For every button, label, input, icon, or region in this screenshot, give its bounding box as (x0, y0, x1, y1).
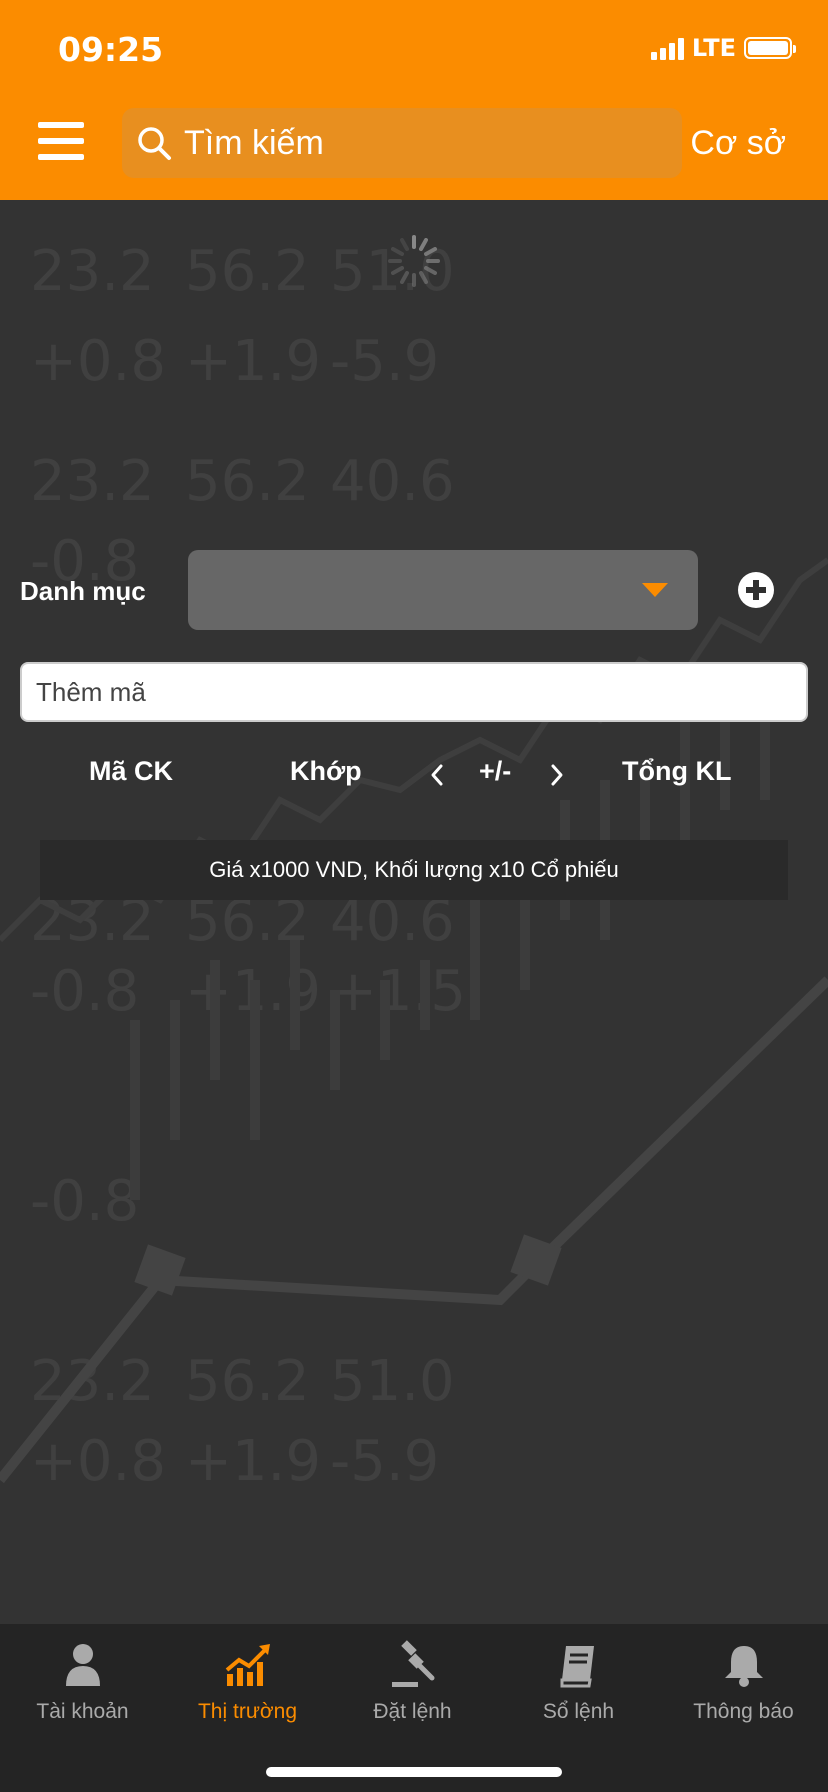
chevron-left-icon[interactable] (422, 760, 452, 790)
market-selector[interactable]: Cơ sở (690, 124, 786, 163)
caret-down-icon (642, 583, 668, 597)
column-header-code: Mã CK (89, 756, 174, 786)
search-bar[interactable] (122, 108, 682, 178)
tab-account[interactable]: Tài khoản (0, 1640, 165, 1724)
tab-label: Sổ lệnh (542, 1700, 615, 1723)
svg-text:56.2: 56.2 (185, 239, 310, 304)
add-watchlist-button[interactable] (738, 572, 774, 608)
svg-text:-0.8: -0.8 (30, 959, 139, 1024)
tab-label: Tài khoản (36, 1700, 129, 1723)
tab-market[interactable]: Thị trường (165, 1640, 330, 1724)
svg-text:56.2: 56.2 (185, 449, 310, 514)
svg-text:-5.9: -5.9 (330, 1429, 439, 1494)
gavel-icon (388, 1640, 438, 1690)
menu-button[interactable] (38, 122, 84, 162)
svg-text:51.0: 51.0 (330, 1349, 455, 1414)
bell-icon (719, 1640, 769, 1690)
chevron-right-icon[interactable] (542, 760, 572, 790)
add-symbol-input[interactable] (20, 662, 808, 722)
watchlist-row: Danh mục (20, 550, 810, 630)
signal-icon (650, 36, 684, 60)
tab-orderbook[interactable]: Sổ lệnh (496, 1640, 661, 1724)
svg-text:-5.9: -5.9 (330, 329, 439, 394)
svg-text:-0.8: -0.8 (30, 1169, 139, 1234)
svg-text:40.6: 40.6 (330, 449, 455, 514)
search-icon (136, 125, 172, 161)
user-icon (58, 1640, 108, 1690)
watchlist-dropdown[interactable] (188, 550, 698, 630)
battery-icon (744, 37, 796, 59)
svg-text:+1.9: +1.9 (185, 1429, 321, 1494)
tab-label: Thị trường (197, 1700, 298, 1723)
svg-text:23.2: 23.2 (30, 239, 155, 304)
search-input[interactable] (182, 122, 666, 164)
book-icon (554, 1640, 604, 1690)
loading-spinner-icon (386, 233, 442, 289)
background-stock-art: 23.2 56.2 51.0 +0.8 +1.9 -5.9 23.2 56.2 40.6 -… (0, 200, 828, 1624)
column-header-change: +/- (479, 756, 512, 786)
network-label: LTE (691, 34, 736, 62)
column-header-match: Khớp (290, 756, 362, 786)
tab-notifications[interactable]: Thông báo (661, 1640, 826, 1724)
home-indicator[interactable] (266, 1767, 562, 1777)
watchlist-label: Danh mục (20, 576, 146, 606)
column-header-volume: Tổng KL (622, 756, 732, 786)
svg-text:+1.5: +1.5 (330, 959, 466, 1024)
svg-text:+1.9: +1.9 (185, 329, 321, 394)
status-indicators: LTE (650, 34, 796, 62)
chart-trend-icon (223, 1640, 273, 1690)
tab-order[interactable]: Đặt lệnh (330, 1640, 495, 1724)
svg-text:56.2: 56.2 (185, 1349, 310, 1414)
status-time: 09:25 (58, 30, 164, 69)
svg-text:+0.8: +0.8 (30, 329, 166, 394)
svg-text:+0.8: +0.8 (30, 1429, 166, 1494)
unit-note: Giá x1000 VND, Khối lượng x10 Cổ phiếu (40, 840, 788, 900)
svg-text:23.2: 23.2 (30, 449, 155, 514)
app-header: 09:25 LTE Cơ sở (0, 0, 828, 200)
tab-label: Đặt lệnh (373, 1700, 452, 1723)
tab-label: Thông báo (693, 1700, 794, 1723)
